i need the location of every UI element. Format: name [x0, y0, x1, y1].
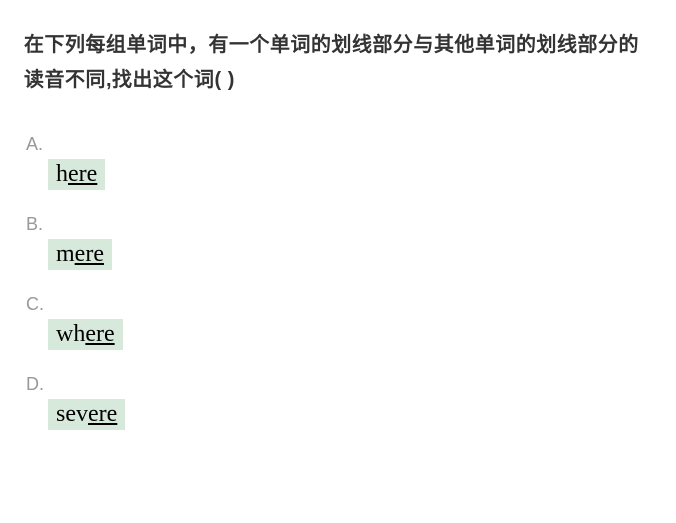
word-underlined: ere: [75, 241, 104, 267]
option-label: A.: [24, 134, 652, 155]
word-box: mere: [48, 239, 112, 270]
word-underlined: ere: [88, 401, 117, 427]
word-underlined: ere: [68, 161, 97, 187]
option-a[interactable]: A. here: [24, 134, 652, 190]
word-prefix: sev: [56, 401, 88, 427]
word-box: severe: [48, 399, 125, 430]
word-prefix: wh: [56, 321, 85, 347]
option-c[interactable]: C. where: [24, 294, 652, 350]
word-underlined: ere: [85, 321, 114, 347]
word-box: where: [48, 319, 123, 350]
option-b[interactable]: B. mere: [24, 214, 652, 270]
option-label: B.: [24, 214, 652, 235]
option-label: D.: [24, 374, 652, 395]
word-box: here: [48, 159, 105, 190]
option-label: C.: [24, 294, 652, 315]
word-prefix: h: [56, 161, 68, 187]
question-text: 在下列每组单词中，有一个单词的划线部分与其他单词的划线部分的读音不同,找出这个词…: [24, 28, 652, 98]
option-d[interactable]: D. severe: [24, 374, 652, 430]
options-list: A. here B. mere C. where D. severe: [24, 134, 652, 430]
word-prefix: m: [56, 241, 75, 267]
